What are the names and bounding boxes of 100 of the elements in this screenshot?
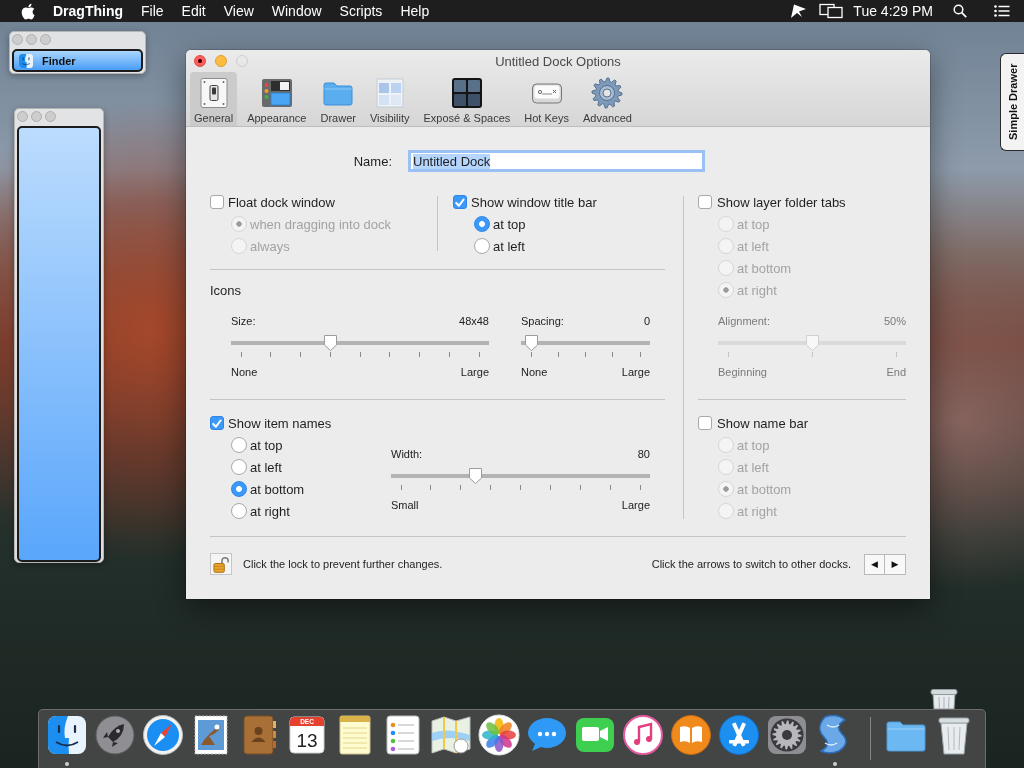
open-book-icon[interactable] (669, 713, 713, 757)
checkbox[interactable] (210, 416, 224, 430)
slider-value: 80 (637, 447, 650, 461)
window-layout-icon (260, 77, 293, 109)
flower-icon[interactable] (477, 713, 521, 757)
radio-label: at left (737, 459, 769, 475)
map-icon[interactable] (429, 713, 473, 757)
radio-label: at top (737, 437, 770, 453)
gear-icon (591, 77, 624, 109)
radio-label: at left (737, 238, 769, 254)
radio-label: when dragging into dock (250, 216, 391, 232)
checkbox[interactable] (210, 195, 224, 209)
toolbar-tab[interactable]: Hot Keys (520, 72, 573, 126)
section-heading: Icons (210, 282, 242, 300)
menu-item[interactable]: Window (262, 0, 331, 22)
search-icon[interactable] (953, 4, 967, 18)
displays-icon[interactable] (819, 3, 844, 19)
previous-button[interactable]: ◀ (864, 553, 885, 575)
trash-icon[interactable] (928, 688, 960, 709)
pennant-icon[interactable] (790, 3, 808, 19)
slider-min-label: None (231, 365, 258, 379)
checkbox-label: Show window title bar (471, 194, 597, 210)
menu-item[interactable]: Help (391, 0, 439, 22)
menu-item[interactable]: Edit (172, 0, 215, 22)
checkmark-icon (212, 418, 222, 428)
slider-value: 50% (883, 314, 906, 328)
slider-max-label: Large (621, 498, 650, 512)
radio-label: at bottom (250, 481, 305, 497)
window-title: Untitled Dock Options (495, 53, 621, 69)
radio-button[interactable] (231, 459, 247, 475)
calendar-day: 13 (296, 730, 318, 751)
checkbox-label: Show item names (228, 415, 332, 431)
lock-button[interactable] (210, 553, 232, 575)
radio-label: at right (737, 282, 777, 298)
checkmark-icon (455, 197, 465, 207)
lock-hint: Click the lock to prevent further changes. (243, 558, 443, 570)
slider-value: 48x48 (459, 314, 489, 328)
checkbox[interactable] (698, 195, 712, 209)
arrows-hint: Click the arrows to switch to other docks. (651, 558, 851, 570)
compass-icon[interactable] (141, 713, 185, 757)
toolbar-tab[interactable]: Drawer (316, 72, 360, 126)
clock[interactable]: Tue 4:29 PM (853, 0, 933, 22)
menu-item[interactable]: View (214, 0, 263, 22)
light-switch-icon (197, 77, 230, 109)
checkbox-label: Show name bar (717, 415, 809, 431)
radio-button[interactable] (474, 216, 490, 232)
radio-button[interactable] (231, 437, 247, 453)
gear-icon[interactable] (765, 713, 809, 757)
close-button[interactable] (194, 55, 206, 67)
face-icon[interactable] (45, 713, 89, 757)
slider-thumb[interactable] (523, 334, 539, 352)
slider-value: 0 (643, 314, 650, 328)
minimize-button[interactable] (26, 34, 37, 45)
radio-label: at top (493, 216, 526, 232)
slider-thumb[interactable] (467, 467, 483, 485)
zoom-button[interactable] (45, 111, 56, 122)
drafting-tools-icon[interactable] (717, 713, 761, 757)
slider-label: Size: (231, 314, 256, 328)
toolbar-tab[interactable]: Exposé & Spaces (419, 72, 515, 126)
toolbar-tab[interactable]: General (190, 72, 238, 126)
slider-max-label: Large (460, 365, 489, 379)
slider-max-label: Large (621, 365, 650, 379)
minimize-button[interactable] (215, 55, 227, 67)
list-icon[interactable] (994, 5, 1010, 17)
dock-item[interactable]: Finder (12, 49, 143, 72)
face-icon (19, 53, 33, 68)
menu-item[interactable]: Scripts (330, 0, 392, 22)
zoom-button[interactable] (40, 34, 51, 45)
slider-label: Spacing: (521, 314, 564, 328)
slider-thumb[interactable] (322, 334, 338, 352)
checkbox-label: Show layer folder tabs (717, 194, 846, 210)
app-menu[interactable]: DragThing (44, 0, 132, 22)
toolbar-tab[interactable]: Appearance (243, 72, 311, 126)
radio-label: at top (250, 437, 283, 453)
checkbox[interactable] (453, 195, 467, 209)
radio-label: at left (250, 459, 282, 475)
field-label: Name: (353, 153, 392, 169)
toolbar-tab[interactable]: Visibility (365, 72, 414, 126)
slider-label: Width: (391, 447, 423, 461)
grid-icon (450, 77, 483, 109)
name-field[interactable]: Untitled Dock (408, 150, 705, 172)
radio-label: at right (737, 503, 777, 519)
radio-label: at right (250, 503, 290, 519)
next-button[interactable]: ▶ (885, 553, 906, 575)
radio-button[interactable] (474, 238, 490, 254)
radio-button[interactable] (231, 481, 247, 497)
drawer-tab[interactable]: Simple Drawer (1000, 53, 1024, 151)
toolbar-tab[interactable]: Advanced (578, 72, 636, 126)
minimize-button[interactable] (31, 111, 42, 122)
rocket-icon[interactable] (93, 713, 137, 757)
menu-item[interactable]: File (132, 0, 173, 22)
radio-label: at bottom (737, 260, 792, 276)
window-panes-icon (373, 77, 406, 109)
music-note-icon[interactable] (621, 713, 665, 757)
apple-icon[interactable] (21, 2, 35, 20)
radio-button[interactable] (231, 503, 247, 519)
slider-min-label: Small (391, 498, 419, 512)
slider-label: Alignment: (718, 314, 770, 328)
checkbox-label: Float dock window (228, 194, 335, 210)
checkbox[interactable] (698, 416, 712, 430)
